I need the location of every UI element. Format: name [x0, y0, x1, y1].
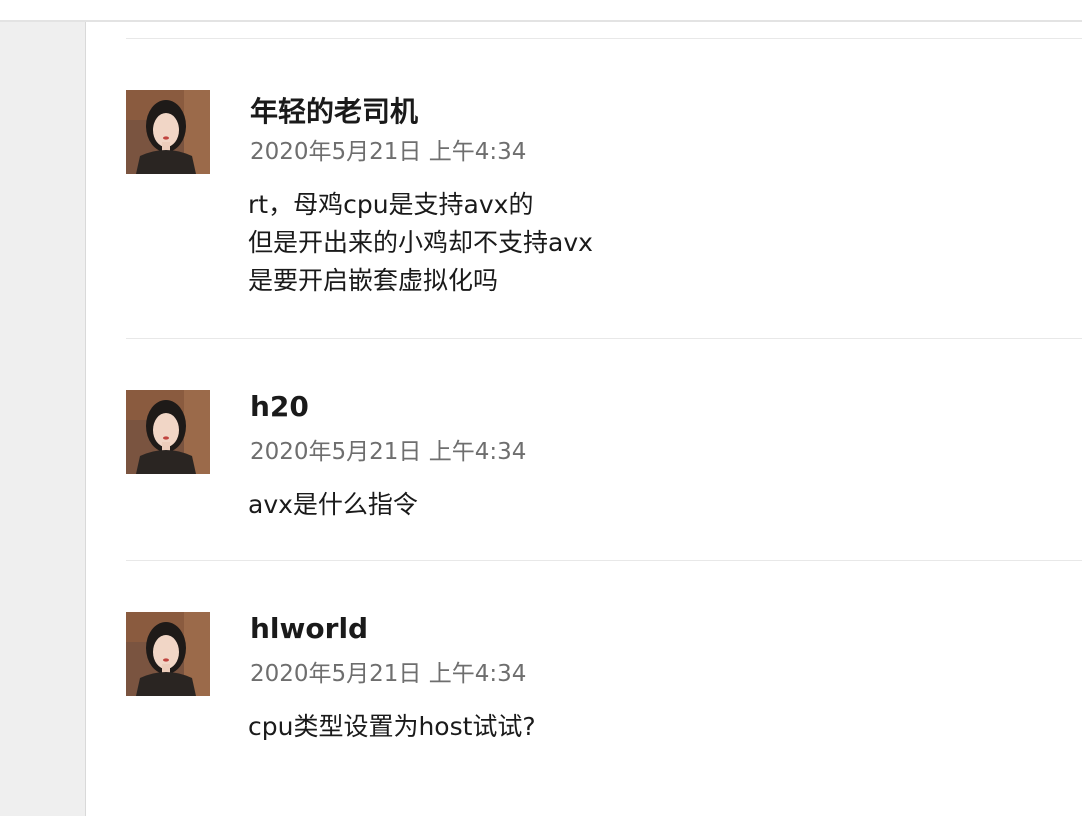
avatar-image [126, 90, 210, 174]
post-divider [126, 338, 1082, 339]
post-text-line: rt，母鸡cpu是支持avx的 [248, 190, 534, 219]
thread-content: 年轻的老司机 2020年5月21日 上午4:34 rt，母鸡cpu是支持avx的… [86, 22, 1082, 816]
post-text-line: 是要开启嵌套虚拟化吗 [248, 266, 499, 295]
post-timestamp: 2020年5月21日 上午4:34 [250, 139, 527, 165]
avatar-image [126, 612, 210, 696]
post-text-line: 但是开出来的小鸡却不支持avx [248, 228, 593, 257]
post-divider [126, 560, 1082, 561]
top-bar [0, 0, 1082, 22]
left-sidebar [0, 22, 86, 816]
post-text-line: avx是什么指令 [248, 490, 418, 519]
avatar-image [126, 390, 210, 474]
post-timestamp: 2020年5月21日 上午4:34 [250, 439, 527, 465]
post-author[interactable]: 年轻的老司机 [250, 90, 418, 130]
post-body: avx是什么指令 [248, 486, 418, 524]
post-text-line: cpu类型设置为host试试? [248, 712, 536, 741]
avatar[interactable] [126, 390, 210, 474]
avatar[interactable] [126, 90, 210, 174]
post-author[interactable]: hlworld [250, 612, 368, 645]
post-timestamp: 2020年5月21日 上午4:34 [250, 661, 527, 687]
post-divider [126, 38, 1082, 39]
post-body: cpu类型设置为host试试? [248, 708, 536, 746]
post-body: rt，母鸡cpu是支持avx的 但是开出来的小鸡却不支持avx 是要开启嵌套虚拟… [248, 186, 593, 300]
post-author[interactable]: h20 [250, 390, 309, 423]
avatar[interactable] [126, 612, 210, 696]
